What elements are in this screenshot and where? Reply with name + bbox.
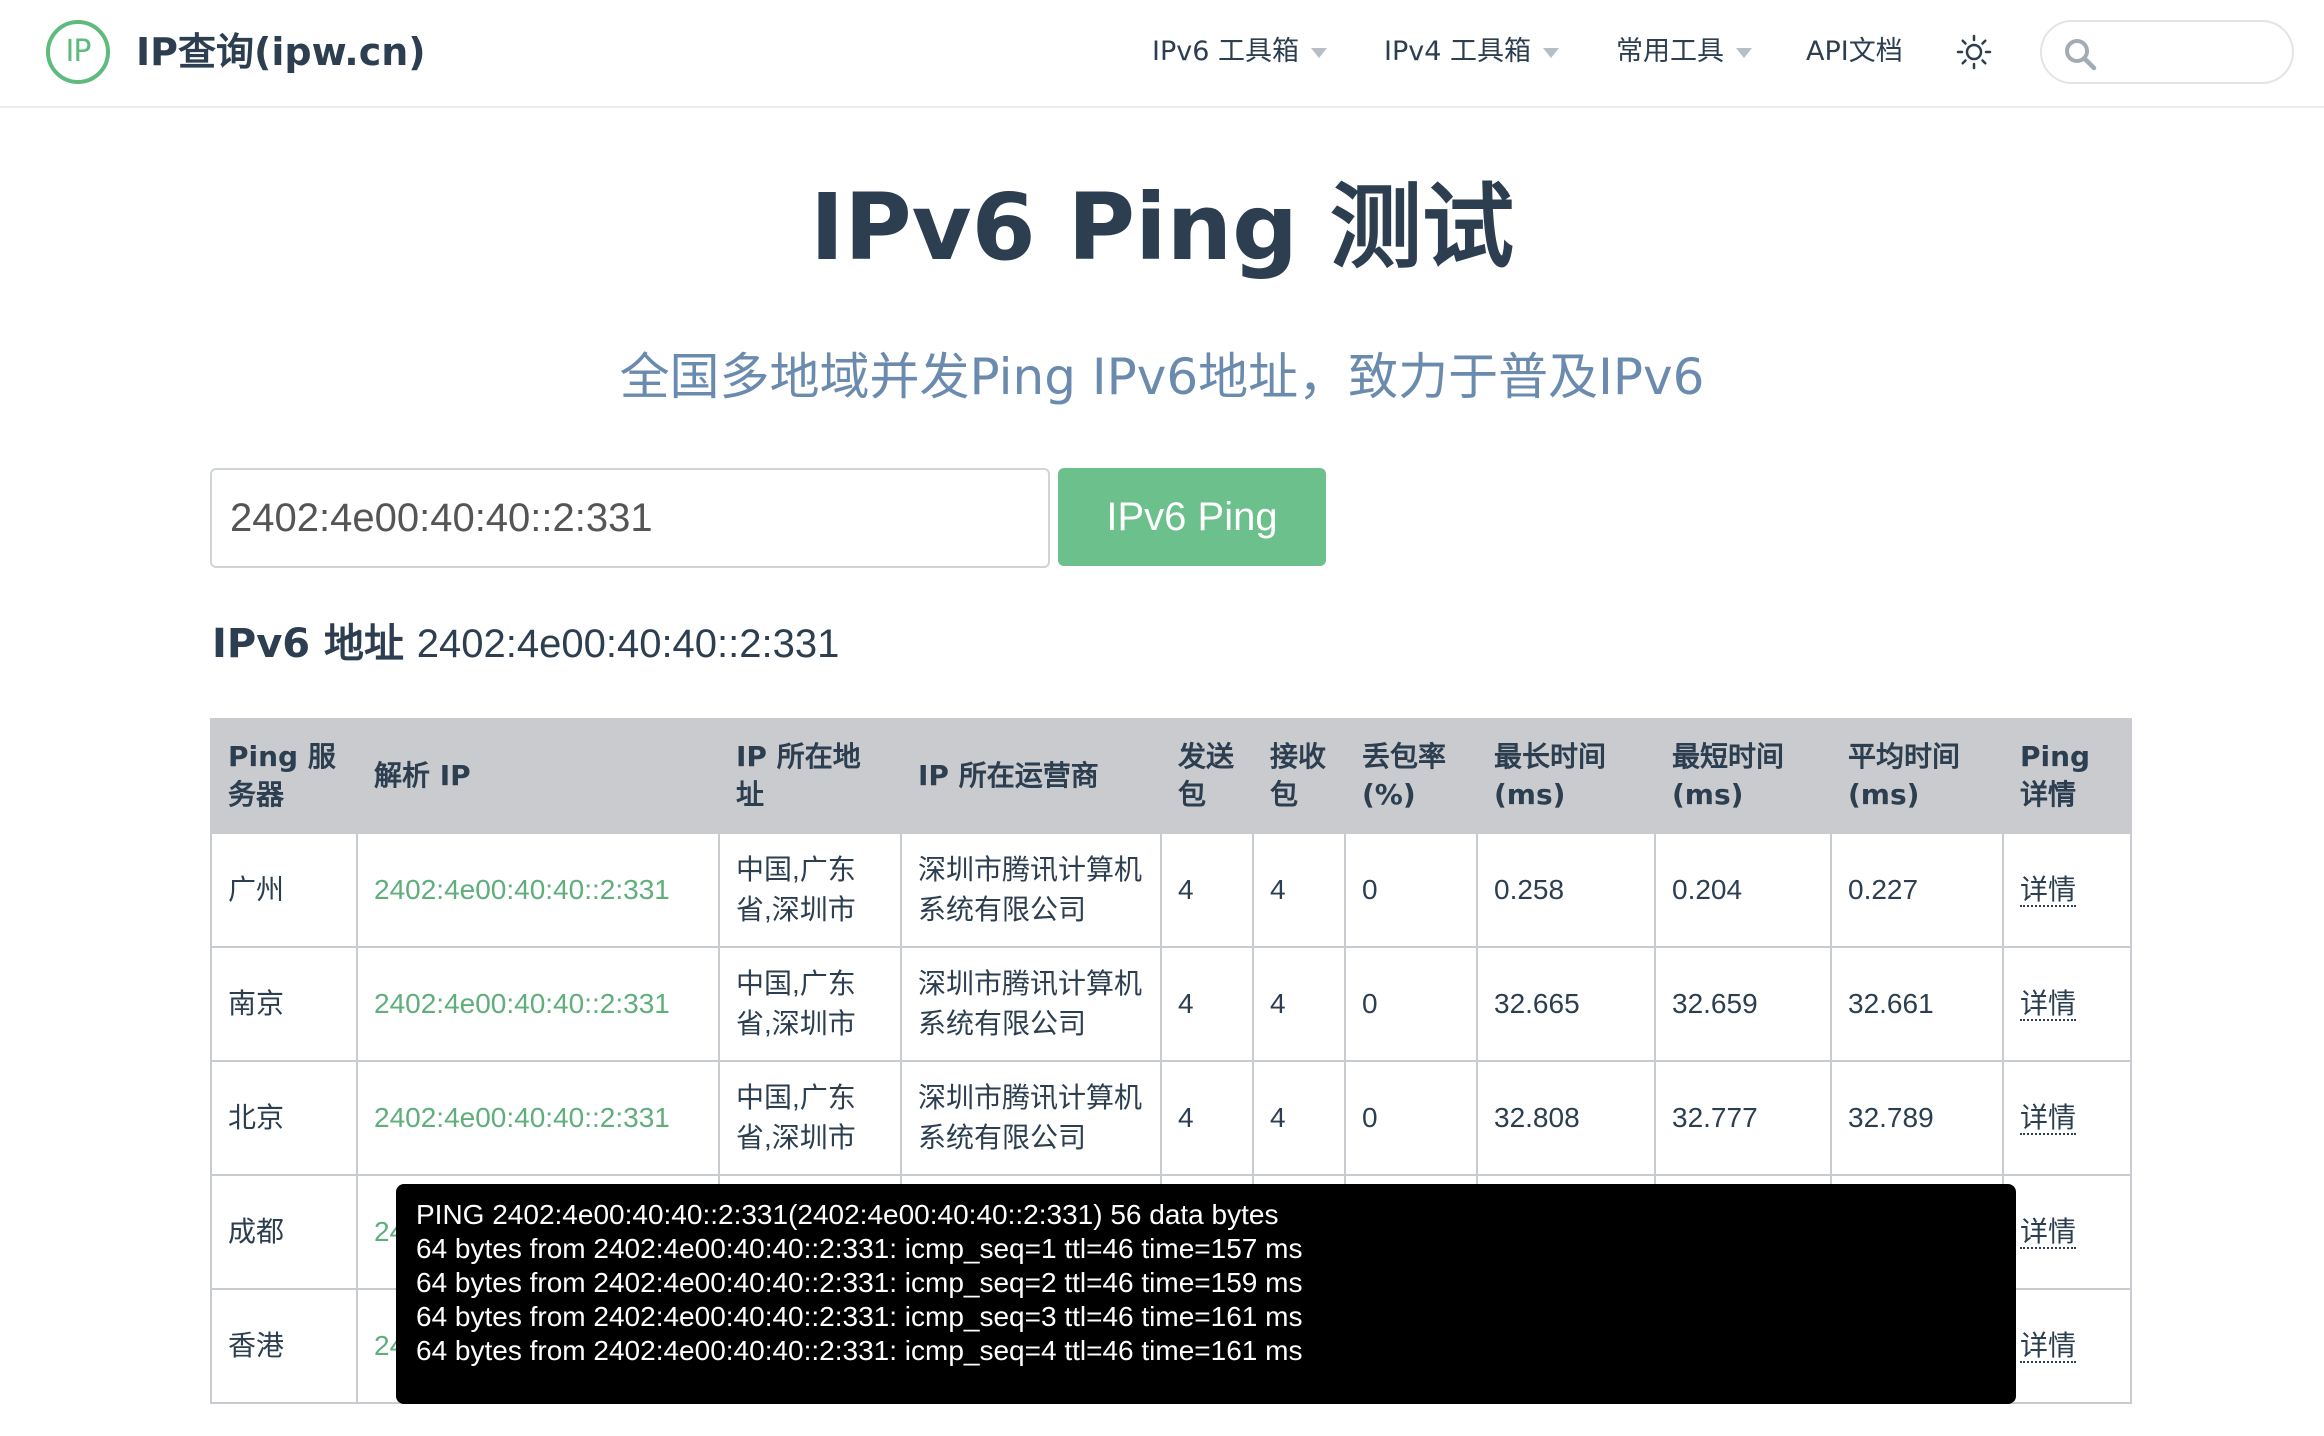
ping-output-line: 64 bytes from 2402:4e00:40:40::2:331: ic…: [416, 1233, 1303, 1264]
nav-ipv6-tools-label: IPv6 工具箱: [1152, 36, 1299, 67]
detail-link[interactable]: 详情: [2020, 1102, 2077, 1135]
cell-loss: 0: [1344, 946, 1478, 1062]
ping-output-line: PING 2402:4e00:40:40::2:331(2402:4e00:40…: [416, 1199, 1279, 1230]
cell-detail: 详情: [2002, 1060, 2132, 1176]
cell-min: 32.777: [1654, 1060, 1832, 1176]
column-header: 最长时间 (ms): [1476, 718, 1656, 834]
detail-link[interactable]: 详情: [2020, 988, 2077, 1021]
cell-detail: 详情: [2002, 1174, 2132, 1290]
cell-location: 中国,广东省,深圳市: [718, 1060, 902, 1176]
cell-server: 成都: [210, 1174, 358, 1290]
detail-link[interactable]: 详情: [2020, 1216, 2077, 1249]
site-title[interactable]: IP查询(ipw.cn): [136, 26, 426, 78]
cell-isp: 深圳市腾讯计算机系统有限公司: [900, 946, 1162, 1062]
ping-output-line: 64 bytes from 2402:4e00:40:40::2:331: ic…: [416, 1335, 1303, 1366]
logo-icon[interactable]: IP: [46, 20, 110, 84]
cell-min: 0.204: [1654, 832, 1832, 948]
cell-received: 4: [1252, 946, 1346, 1062]
nav-common-tools-label: 常用工具: [1616, 36, 1724, 67]
table-row: 北京 2402:4e00:40:40::2:331 中国,广东省,深圳市 深圳市…: [210, 1060, 2132, 1176]
ping-detail-tooltip: PING 2402:4e00:40:40::2:331(2402:4e00:40…: [396, 1184, 2016, 1404]
column-header: Ping详情: [2002, 718, 2132, 834]
column-header: 接收包: [1252, 718, 1346, 834]
column-header: 丢包率 (%): [1344, 718, 1478, 834]
cell-isp: 深圳市腾讯计算机系统有限公司: [900, 1060, 1162, 1176]
logo-text: IP: [65, 34, 92, 69]
column-header: Ping 服务器: [210, 718, 358, 834]
column-header: 最短时间 (ms): [1654, 718, 1832, 834]
nav-api-docs[interactable]: API文档: [1806, 30, 1903, 74]
address-label: IPv6 地址: [212, 621, 405, 667]
cell-received: 4: [1252, 1060, 1346, 1176]
sun-icon[interactable]: [1956, 34, 1992, 70]
chevron-down-icon: [1310, 47, 1327, 58]
cell-ip-link[interactable]: 2402:4e00:40:40::2:331: [356, 946, 720, 1062]
table-row: 南京 2402:4e00:40:40::2:331 中国,广东省,深圳市 深圳市…: [210, 946, 2132, 1062]
cell-server: 香港: [210, 1288, 358, 1404]
column-header: IP 所在运营商: [900, 718, 1162, 834]
search-icon: [2065, 39, 2097, 71]
cell-avg: 32.661: [1830, 946, 2004, 1062]
cell-max: 32.808: [1476, 1060, 1656, 1176]
chevron-down-icon: [1542, 47, 1559, 58]
cell-detail: 详情: [2002, 1288, 2132, 1404]
cell-sent: 4: [1160, 832, 1254, 948]
top-header: IP IP查询(ipw.cn) IPv6 工具箱 IPv4 工具箱 常用工具 A…: [0, 0, 2324, 108]
page-subtitle: 全国多地域并发Ping IPv6地址，致力于普及IPv6: [619, 348, 1705, 406]
address-value: 2402:4e00:40:40::2:331: [416, 622, 840, 666]
table-row: 广州 2402:4e00:40:40::2:331 中国,广东省,深圳市 深圳市…: [210, 832, 2132, 948]
column-header: IP 所在地址: [718, 718, 902, 834]
ping-output-line: 64 bytes from 2402:4e00:40:40::2:331: ic…: [416, 1267, 1303, 1298]
cell-server: 北京: [210, 1060, 358, 1176]
cell-loss: 0: [1344, 832, 1478, 948]
cell-loss: 0: [1344, 1060, 1478, 1176]
cell-avg: 32.789: [1830, 1060, 2004, 1176]
ip-input[interactable]: [210, 468, 1050, 568]
detail-link[interactable]: 详情: [2020, 874, 2077, 907]
nav-ipv6-tools[interactable]: IPv6 工具箱: [1152, 30, 1327, 74]
nav-ipv4-tools-label: IPv4 工具箱: [1384, 36, 1531, 67]
cell-avg: 0.227: [1830, 832, 2004, 948]
cell-isp: 深圳市腾讯计算机系统有限公司: [900, 832, 1162, 948]
column-header: 平均时间 (ms): [1830, 718, 2004, 834]
cell-ip-link[interactable]: 2402:4e00:40:40::2:331: [356, 832, 720, 948]
cell-server: 广州: [210, 832, 358, 948]
nav-api-docs-label: API文档: [1806, 36, 1903, 67]
cell-max: 0.258: [1476, 832, 1656, 948]
ping-output-line: 64 bytes from 2402:4e00:40:40::2:331: ic…: [416, 1301, 1303, 1332]
cell-server: 南京: [210, 946, 358, 1062]
cell-min: 32.659: [1654, 946, 1832, 1062]
cell-detail: 详情: [2002, 832, 2132, 948]
detail-link[interactable]: 详情: [2020, 1330, 2077, 1363]
cell-ip-link[interactable]: 2402:4e00:40:40::2:331: [356, 1060, 720, 1176]
ipv6-ping-button[interactable]: IPv6 Ping: [1058, 468, 1326, 566]
cell-location: 中国,广东省,深圳市: [718, 946, 902, 1062]
cell-detail: 详情: [2002, 946, 2132, 1062]
column-header: 发送包: [1160, 718, 1254, 834]
cell-received: 4: [1252, 832, 1346, 948]
nav-common-tools[interactable]: 常用工具: [1616, 30, 1752, 74]
page-title: IPv6 Ping 测试: [809, 174, 1514, 281]
table-header-row: Ping 服务器 解析 IP IP 所在地址 IP 所在运营商 发送包 接收包 …: [210, 718, 2132, 834]
address-line: IPv6 地址 2402:4e00:40:40::2:331: [212, 616, 839, 672]
nav-ipv4-tools[interactable]: IPv4 工具箱: [1384, 30, 1559, 74]
cell-sent: 4: [1160, 946, 1254, 1062]
cell-sent: 4: [1160, 1060, 1254, 1176]
column-header: 解析 IP: [356, 718, 720, 834]
cell-max: 32.665: [1476, 946, 1656, 1062]
chevron-down-icon: [1736, 47, 1752, 58]
cell-location: 中国,广东省,深圳市: [718, 832, 902, 948]
search-input[interactable]: [2040, 20, 2294, 84]
